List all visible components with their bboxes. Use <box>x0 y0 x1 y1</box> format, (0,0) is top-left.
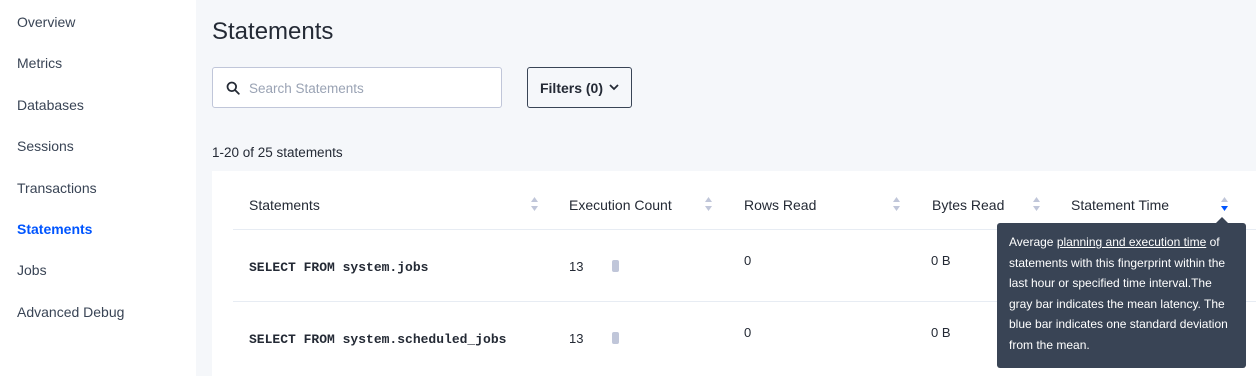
search-icon <box>226 81 240 95</box>
tooltip-prefix: Average <box>1009 235 1057 249</box>
page-title: Statements <box>212 18 334 45</box>
filters-button[interactable]: Filters (0) <box>527 67 632 108</box>
sidebar-item-advanced-debug[interactable]: Advanced Debug <box>17 304 124 320</box>
execution-count-bar <box>612 260 619 272</box>
statement-link[interactable]: SELECT FROM system.jobs <box>249 260 428 275</box>
sort-icon[interactable] <box>530 196 539 212</box>
execution-count-bar <box>612 332 619 344</box>
sort-icon[interactable] <box>892 196 901 212</box>
filters-label: Filters (0) <box>539 79 603 96</box>
sort-icon[interactable] <box>704 196 713 212</box>
bytes-read-value: 0 B <box>931 325 951 340</box>
sidebar-item-sessions[interactable]: Sessions <box>17 138 74 154</box>
sidebar-item-databases[interactable]: Databases <box>17 97 84 113</box>
column-header-bytes-read[interactable]: Bytes Read <box>932 197 1004 213</box>
sidebar-item-overview[interactable]: Overview <box>17 14 75 30</box>
bytes-read-value: 0 B <box>931 253 951 268</box>
sort-icon[interactable] <box>1032 196 1041 212</box>
sort-descending-icon[interactable] <box>1220 196 1229 212</box>
statement-link[interactable]: SELECT FROM system.scheduled_jobs <box>249 332 506 347</box>
column-header-execution-count[interactable]: Execution Count <box>569 197 672 213</box>
rows-read-value: 0 <box>744 325 752 340</box>
tooltip-link[interactable]: planning and execution time <box>1057 235 1206 249</box>
column-header-statements[interactable]: Statements <box>249 197 320 213</box>
rows-read-value: 0 <box>744 253 752 268</box>
sidebar: Overview Metrics Databases Sessions Tran… <box>0 0 196 376</box>
sidebar-item-jobs[interactable]: Jobs <box>17 262 47 278</box>
tooltip-text: of statements with this fingerprint with… <box>1009 235 1228 352</box>
statement-time-tooltip: Average planning and execution time of s… <box>997 223 1246 368</box>
search-input[interactable] <box>249 76 489 100</box>
chevron-down-icon <box>609 84 619 91</box>
column-header-statement-time[interactable]: Statement Time <box>1071 197 1169 213</box>
statement-count: 1-20 of 25 statements <box>212 145 343 160</box>
execution-count-value: 13 <box>569 259 584 274</box>
sidebar-item-statements[interactable]: Statements <box>17 221 92 237</box>
search-box[interactable] <box>212 67 502 108</box>
column-header-rows-read[interactable]: Rows Read <box>744 197 816 213</box>
sidebar-item-transactions[interactable]: Transactions <box>17 180 97 196</box>
sidebar-item-metrics[interactable]: Metrics <box>17 55 62 71</box>
execution-count-value: 13 <box>569 331 584 346</box>
